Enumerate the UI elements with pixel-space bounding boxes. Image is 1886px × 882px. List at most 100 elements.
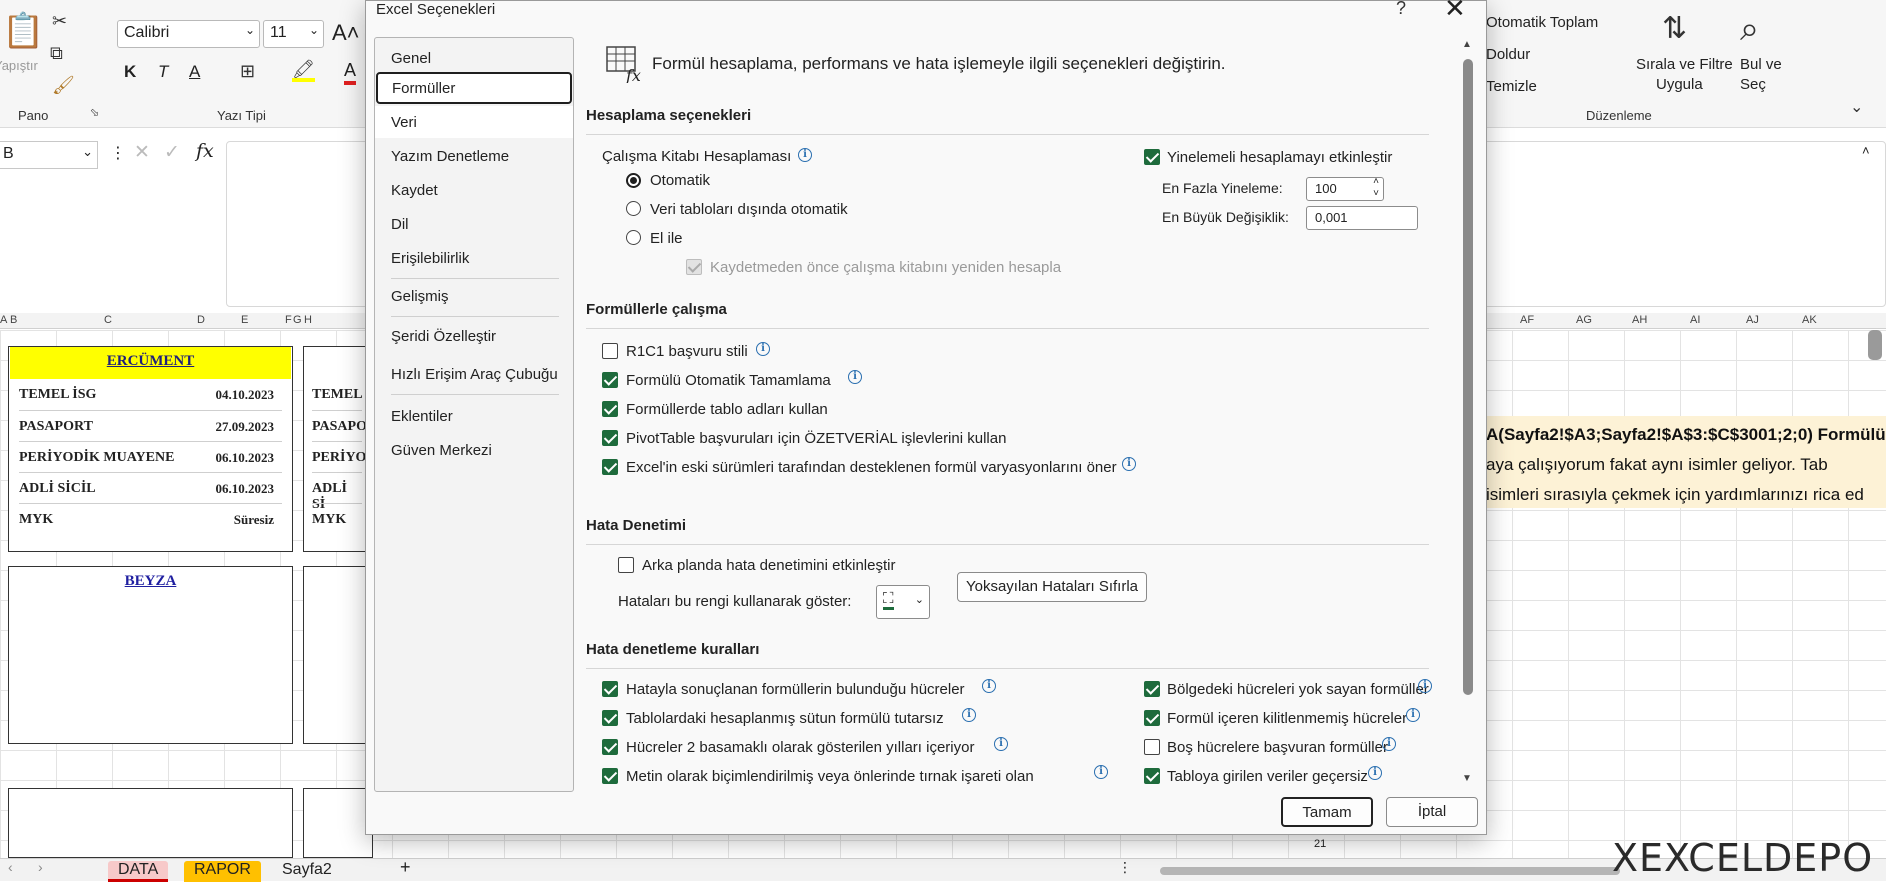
radio-manual[interactable] (626, 230, 641, 245)
cut-icon[interactable]: ✂ (52, 12, 67, 30)
info-icon[interactable]: i (1382, 737, 1396, 751)
info-icon[interactable]: i (798, 148, 812, 162)
reset-ignored-errors-button[interactable]: Yoksayılan Hataları Sıfırla (957, 572, 1147, 602)
info-icon[interactable]: i (1406, 708, 1420, 722)
info-icon[interactable]: i (1094, 765, 1108, 779)
insert-function-icon[interactable]: fx (196, 140, 214, 162)
rule-unlocked-cells-checkbox[interactable] (1144, 710, 1160, 726)
info-icon[interactable]: i (1122, 457, 1136, 471)
nav-item-veri[interactable]: Veri (375, 106, 573, 138)
italic-button[interactable]: T (158, 62, 168, 82)
stepper-arrows-icon[interactable]: ˄ ˅ (1373, 176, 1379, 200)
ok-button[interactable]: Tamam (1281, 797, 1373, 827)
collapse-ribbon-icon[interactable]: ⌄ (1850, 100, 1863, 116)
table-names-label[interactable]: Formüllerde tablo adları kullan (626, 401, 828, 418)
find-label-2[interactable]: Seç (1740, 76, 1766, 93)
close-button[interactable]: ✕ (1444, 0, 1466, 24)
r1c1-checkbox[interactable] (602, 343, 618, 359)
error-color-picker[interactable]: ⛶ ⌄ (876, 585, 930, 619)
rule-inconsistent-column-checkbox[interactable] (602, 710, 618, 726)
rule-error-formulas-label[interactable]: Hatayla sonuçlanan formüllerin bulunduğu… (626, 681, 965, 698)
info-icon[interactable]: i (982, 679, 996, 693)
rule-text-numbers-label[interactable]: Metin olarak biçimlendirilmiş veya önler… (626, 768, 1034, 785)
expand-formula-bar-icon[interactable]: ˄ (1862, 143, 1870, 158)
max-iterations-stepper[interactable]: 100 ˄ ˅ (1306, 176, 1384, 201)
fill-color-icon[interactable]: 🖍 (292, 60, 315, 82)
sort-filter-icon[interactable]: ⇅ (1662, 14, 1687, 44)
vertical-scrollbar[interactable] (1868, 330, 1882, 360)
find-label-1[interactable]: Bul ve (1740, 56, 1782, 73)
radio-auto-except-tables[interactable] (626, 201, 641, 216)
nav-item-hizli-erisim[interactable]: Hızlı Erişim Araç Çubuğu (375, 358, 573, 390)
col-header[interactable]: AK (1802, 314, 1817, 326)
font-name-select[interactable]: Calibri ⌄ (117, 20, 260, 48)
borders-icon[interactable]: ⊞ (240, 62, 255, 80)
info-icon[interactable]: i (848, 370, 862, 384)
nav-item-seridi-ozellestir[interactable]: Şeridi Özelleştir (375, 320, 573, 352)
info-icon[interactable]: i (1418, 679, 1432, 693)
help-button[interactable]: ? (1396, 0, 1406, 19)
nav-item-erisilebilirlik[interactable]: Erişilebilirlik (375, 242, 573, 274)
col-header[interactable]: AF (1520, 314, 1534, 326)
getpivotdata-checkbox[interactable] (602, 430, 618, 446)
info-icon[interactable]: i (994, 737, 1008, 751)
col-header[interactable]: G (293, 314, 302, 326)
dialog-launcher-icon[interactable]: ⬂ (90, 108, 99, 119)
radio-automatic[interactable] (626, 173, 641, 188)
nav-item-formuller[interactable]: Formüller (376, 72, 572, 104)
col-header[interactable]: A (0, 314, 7, 326)
nav-item-guven-merkezi[interactable]: Güven Merkezi (375, 434, 573, 466)
formula-autocomplete-checkbox[interactable] (602, 372, 618, 388)
info-icon[interactable]: i (962, 708, 976, 722)
iterative-calc-label[interactable]: Yinelemeli hesaplamayı etkinleştir (1167, 149, 1392, 166)
rule-two-digit-years-checkbox[interactable] (602, 739, 618, 755)
sheet-tab-data[interactable]: DATA (108, 861, 169, 882)
add-sheet-icon[interactable]: + (400, 857, 411, 878)
font-color-icon[interactable]: A (344, 60, 357, 85)
formula-autocomplete-label[interactable]: Formülü Otomatik Tamamlama (626, 372, 831, 389)
next-sheet-icon[interactable]: › (38, 859, 43, 875)
info-icon[interactable]: i (756, 342, 770, 356)
nav-item-genel[interactable]: Genel (375, 42, 573, 74)
col-header[interactable]: B (10, 314, 17, 326)
r1c1-label[interactable]: R1C1 başvuru stili (626, 343, 748, 360)
rule-empty-cells-checkbox[interactable] (1144, 739, 1160, 755)
sort-filter-label-1[interactable]: Sırala ve Filtre (1636, 56, 1733, 73)
rule-inconsistent-column-label[interactable]: Tablolardaki hesaplanmış sütun formülü t… (626, 710, 944, 727)
rule-omit-cells-checkbox[interactable] (1144, 681, 1160, 697)
horizontal-scrollbar[interactable] (1160, 867, 1620, 875)
find-icon[interactable]: ⌕ (1740, 12, 1759, 46)
nav-item-kaydet[interactable]: Kaydet (375, 174, 573, 206)
font-size-select[interactable]: 11 ⌄ (263, 20, 324, 48)
scroll-down-icon[interactable]: ▼ (1462, 773, 1472, 784)
paste-icon[interactable]: 📋 (2, 14, 44, 48)
underline-button[interactable]: A (189, 62, 200, 82)
dialog-scrollbar[interactable] (1463, 59, 1473, 695)
rule-invalid-data-label[interactable]: Tabloya girilen veriler geçersiz (1167, 768, 1368, 785)
nav-item-gelismis[interactable]: Gelişmiş (375, 280, 573, 312)
rule-omit-cells-label[interactable]: Bölgedeki hücreleri yok sayan formüller (1167, 681, 1429, 698)
scroll-up-icon[interactable]: ▲ (1462, 39, 1472, 50)
sort-filter-label-2[interactable]: Uygula (1656, 76, 1703, 93)
col-header[interactable]: F (285, 314, 292, 326)
cancel-button[interactable]: İptal (1386, 797, 1478, 827)
background-error-check-label[interactable]: Arka planda hata denetimini etkinleştir (642, 557, 895, 574)
cancel-entry-icon[interactable]: ✕ (134, 141, 150, 164)
autosum-button[interactable]: Otomatik Toplam (1486, 14, 1598, 31)
radio-manual-label[interactable]: El ile (650, 230, 683, 247)
col-header[interactable]: AG (1576, 314, 1592, 326)
fill-button[interactable]: Doldur (1486, 46, 1530, 63)
col-header[interactable]: D (197, 314, 205, 326)
background-error-check-checkbox[interactable] (618, 557, 634, 573)
col-header[interactable]: E (241, 314, 248, 326)
legacy-formula-checkbox[interactable] (602, 459, 618, 475)
col-header[interactable]: AJ (1746, 314, 1759, 326)
rule-unlocked-cells-label[interactable]: Formül içeren kilitlenmemiş hücreler (1167, 710, 1407, 727)
nav-item-yazim-denetleme[interactable]: Yazım Denetleme (375, 140, 573, 172)
format-painter-icon[interactable]: 🖌 (52, 76, 75, 94)
clear-button[interactable]: Temizle (1486, 78, 1537, 95)
getpivotdata-label[interactable]: PivotTable başvuruları için ÖZETVERİAL i… (626, 430, 1006, 447)
rule-invalid-data-checkbox[interactable] (1144, 768, 1160, 784)
prev-sheet-icon[interactable]: ‹ (8, 859, 13, 875)
col-header[interactable]: AI (1690, 314, 1700, 326)
